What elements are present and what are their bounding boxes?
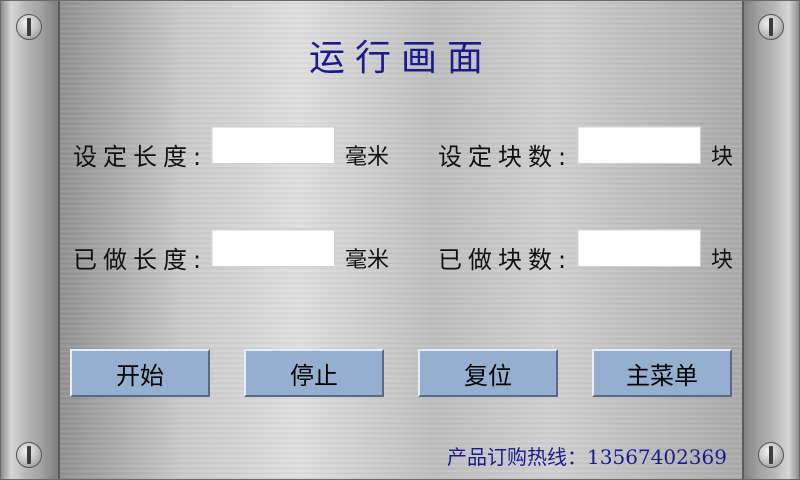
reset-button[interactable]: 复位 <box>418 349 558 397</box>
set-length-unit: 毫米 <box>345 145 390 170</box>
set-length-field[interactable] <box>211 126 335 164</box>
done-blocks-label: 已做块数: <box>438 246 573 274</box>
start-button[interactable]: 开始 <box>70 349 210 397</box>
screw-icon <box>16 442 42 468</box>
order-hotline: 产品订购热线：13567402369 <box>447 445 727 469</box>
set-blocks-field[interactable] <box>577 126 701 164</box>
screw-icon <box>758 442 784 468</box>
done-blocks-field[interactable] <box>577 229 701 267</box>
set-length-label: 设定长度: <box>73 143 208 171</box>
hmi-screen: 运行画面 设定长度: 毫米 设定块数: 块 已做长度: 毫米 已做块数: 块 开… <box>0 0 800 480</box>
done-length-field[interactable] <box>211 229 335 267</box>
stop-button[interactable]: 停止 <box>244 349 384 397</box>
done-length-unit: 毫米 <box>345 248 390 273</box>
main-menu-button[interactable]: 主菜单 <box>592 349 732 397</box>
page-title: 运行画面 <box>308 38 493 79</box>
done-blocks-unit: 块 <box>711 248 734 273</box>
set-blocks-label: 设定块数: <box>438 143 573 171</box>
done-length-label: 已做长度: <box>73 246 208 274</box>
set-blocks-unit: 块 <box>711 145 734 170</box>
